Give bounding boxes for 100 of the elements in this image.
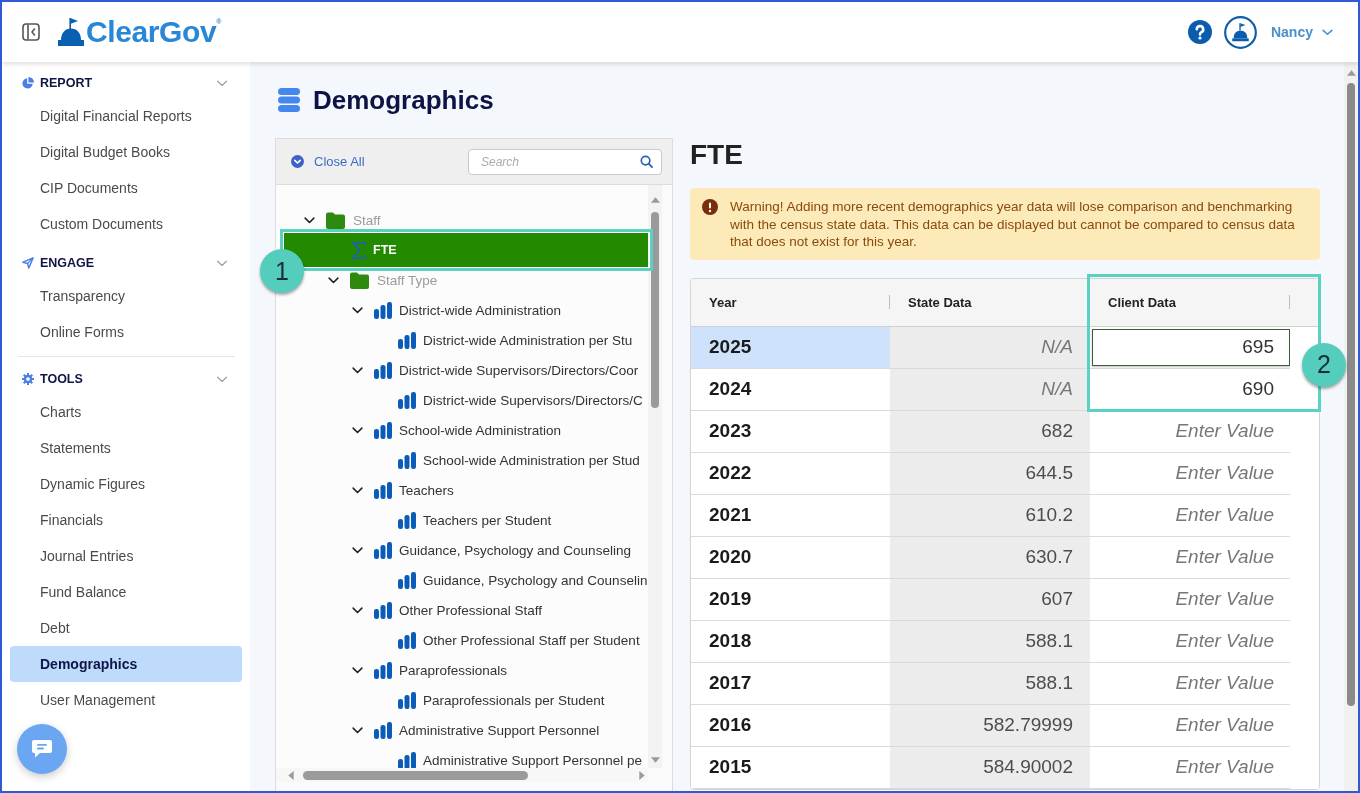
- sidebar-item[interactable]: CIP Documents: [2, 170, 250, 206]
- client-data-input[interactable]: Enter Value: [1092, 580, 1290, 618]
- search-icon[interactable]: [640, 155, 653, 168]
- bar-chart-icon: [374, 721, 392, 739]
- client-data-input[interactable]: Enter Value: [1092, 454, 1290, 492]
- chevron-down-icon[interactable]: [351, 666, 363, 674]
- tree-item[interactable]: Guidance, Psychology and Counselin: [398, 571, 648, 589]
- chevron-down-icon[interactable]: [351, 726, 363, 734]
- state-data-cell: 610.2: [890, 494, 1090, 537]
- state-data-cell: 584.90002: [890, 746, 1090, 789]
- tree-item[interactable]: Paraprofessionals per Student: [398, 691, 605, 709]
- chat-button[interactable]: [17, 724, 67, 774]
- chevron-down-icon[interactable]: [351, 546, 363, 554]
- tree-item[interactable]: Other Professional Staff: [348, 601, 543, 619]
- sidebar-item[interactable]: Digital Financial Reports: [2, 98, 250, 134]
- state-data-cell: 588.1: [890, 662, 1090, 705]
- scroll-left-arrow-icon[interactable]: [288, 770, 294, 780]
- sidebar-item[interactable]: Custom Documents: [2, 206, 250, 242]
- bar-chart-icon: [374, 481, 392, 499]
- page-title: Demographics: [313, 85, 494, 115]
- client-data-input[interactable]: Enter Value: [1092, 496, 1290, 534]
- client-data-input[interactable]: Enter Value: [1092, 748, 1290, 786]
- help-icon[interactable]: [1187, 20, 1212, 44]
- client-data-input[interactable]: Enter Value: [1092, 412, 1290, 450]
- scrollbar-thumb[interactable]: [1347, 83, 1355, 706]
- sidebar-item[interactable]: Transparency: [2, 278, 250, 314]
- logo-icon: [58, 18, 84, 46]
- chevron-circle-icon: [291, 155, 304, 168]
- scrollbar-thumb[interactable]: [303, 770, 528, 780]
- tree-item[interactable]: Other Professional Staff per Student: [398, 631, 640, 649]
- year-cell: 2025: [691, 326, 890, 369]
- sidebar-item[interactable]: Charts: [2, 394, 250, 430]
- close-all-button[interactable]: Close All: [291, 154, 365, 169]
- chevron-down-icon[interactable]: [351, 426, 363, 434]
- bar-chart-icon: [398, 511, 416, 529]
- chevron-down-icon[interactable]: [351, 486, 363, 494]
- state-data-cell: 607: [890, 578, 1090, 621]
- sidebar-item[interactable]: Journal Entries: [2, 538, 250, 574]
- tree-item[interactable]: Paraprofessionals: [348, 661, 508, 679]
- sidebar-toggle-icon[interactable]: [22, 23, 40, 41]
- tree-item[interactable]: District-wide Administration: [348, 301, 562, 319]
- client-data-input[interactable]: Enter Value: [1092, 622, 1290, 660]
- client-data-input[interactable]: Enter Value: [1092, 664, 1290, 702]
- bar-chart-icon: [374, 541, 392, 559]
- tree-item[interactable]: Teachers per Student: [398, 511, 552, 529]
- sigma-icon: [352, 241, 366, 259]
- sidebar-item[interactable]: Financials: [2, 502, 250, 538]
- chevron-down-icon[interactable]: [303, 216, 315, 224]
- bar-chart-icon: [398, 751, 416, 768]
- tree-item[interactable]: District-wide Supervisors/Directors/Coor: [348, 361, 639, 379]
- chevron-down-icon[interactable]: [351, 606, 363, 614]
- bar-chart-icon: [398, 331, 416, 349]
- folder-icon: [326, 211, 345, 229]
- scroll-up-arrow-icon[interactable]: [1346, 70, 1356, 76]
- database-icon: [278, 88, 300, 112]
- logo-text: ClearGov$^{®}$: [86, 18, 222, 46]
- caret-icon: [1322, 28, 1333, 36]
- vertical-scrollbar[interactable]: [1344, 62, 1358, 791]
- state-data-cell: N/A: [890, 368, 1090, 411]
- scroll-up-arrow-icon[interactable]: [650, 197, 660, 203]
- client-data-input[interactable]: Enter Value: [1092, 706, 1290, 744]
- sidebar-item[interactable]: Online Forms: [2, 314, 250, 350]
- search-field[interactable]: Search: [468, 148, 662, 175]
- chevron-down-icon[interactable]: [351, 366, 363, 374]
- warning-text: Warning! Adding more recent demographics year data will lose comparison and benchmarking with the census state data. This data can be displayed but cannot be compared to census data that does not exist for this year.: [730, 198, 1296, 251]
- tree-item[interactable]: Teachers: [348, 481, 454, 499]
- client-data-input[interactable]: Enter Value: [1092, 538, 1290, 576]
- column-header: State Data: [890, 278, 1090, 327]
- client-data-input[interactable]: 690: [1092, 370, 1290, 408]
- avatar-icon[interactable]: [1223, 15, 1257, 49]
- folder-icon: [350, 271, 369, 289]
- chevron-down-icon[interactable]: [327, 276, 339, 284]
- sidebar-item[interactable]: Fund Balance: [2, 574, 250, 610]
- sidebar-item[interactable]: Debt: [2, 610, 250, 646]
- tree-item[interactable]: Guidance, Psychology and Counseling: [348, 541, 631, 559]
- sidebar-item[interactable]: Demographics: [10, 646, 242, 682]
- tree-item[interactable]: Administrative Support Personnel pe: [398, 751, 643, 768]
- section-heading: TOOLS: [40, 372, 83, 386]
- state-data-cell: 682: [890, 410, 1090, 453]
- state-data-cell: N/A: [890, 326, 1090, 369]
- tree-item[interactable]: FTE: [284, 233, 648, 267]
- bar-chart-icon: [398, 451, 416, 469]
- vertical-scrollbar[interactable]: [648, 185, 662, 768]
- tree-item[interactable]: Administrative Support Personnel: [348, 721, 600, 739]
- sidebar-item[interactable]: User Management: [2, 682, 250, 718]
- bar-chart-icon: [374, 361, 392, 379]
- sidebar-item[interactable]: Statements: [2, 430, 250, 466]
- scroll-right-arrow-icon[interactable]: [639, 770, 645, 780]
- tree-item[interactable]: School-wide Administration per Stud: [398, 451, 640, 469]
- tree-item[interactable]: District-wide Administration per Stu: [398, 331, 633, 349]
- scrollbar-thumb[interactable]: [651, 212, 659, 408]
- sidebar-item[interactable]: Digital Budget Books: [2, 134, 250, 170]
- client-data-input[interactable]: 695: [1092, 328, 1290, 366]
- tree-item[interactable]: School-wide Administration: [348, 421, 562, 439]
- chevron-down-icon[interactable]: [351, 306, 363, 314]
- tree-item[interactable]: District-wide Supervisors/Directors/C: [398, 391, 643, 409]
- scroll-down-arrow-icon[interactable]: [650, 757, 660, 763]
- bar-chart-icon: [374, 661, 392, 679]
- pie-chart-icon: [22, 77, 34, 89]
- sidebar-item[interactable]: Dynamic Figures: [2, 466, 250, 502]
